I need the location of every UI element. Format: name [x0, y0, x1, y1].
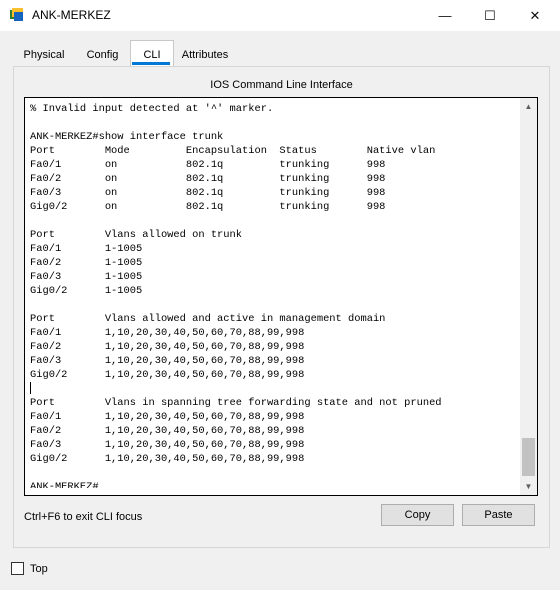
scroll-down-icon[interactable]: ▼: [520, 478, 537, 495]
tab-config[interactable]: Config: [75, 42, 130, 67]
tab-physical[interactable]: Physical: [13, 42, 75, 67]
scroll-up-icon[interactable]: ▲: [520, 98, 537, 115]
title-bar: ANK-MERKEZ — ☐ ✕: [0, 0, 560, 31]
tab-label: Config: [86, 48, 119, 61]
close-icon: ✕: [529, 7, 541, 23]
cli-panel: IOS Command Line Interface % Invalid inp…: [13, 66, 550, 548]
cli-console[interactable]: % Invalid input detected at '^' marker. …: [24, 97, 538, 496]
vertical-scrollbar[interactable]: ▲ ▼: [520, 98, 537, 495]
console-output[interactable]: % Invalid input detected at '^' marker. …: [30, 102, 515, 488]
tab-attributes[interactable]: Attributes: [172, 42, 238, 67]
paste-button[interactable]: Paste: [462, 504, 535, 526]
close-button[interactable]: ✕: [512, 0, 558, 31]
top-label: Top: [30, 563, 48, 575]
cli-focus-hint: Ctrl+F6 to exit CLI focus: [24, 511, 143, 523]
minimize-icon: —: [438, 8, 452, 23]
tab-label: Attributes: [181, 48, 229, 61]
maximize-button[interactable]: ☐: [467, 0, 513, 31]
active-tab-indicator: [132, 62, 170, 65]
minimize-button[interactable]: —: [422, 0, 468, 31]
panel-title: IOS Command Line Interface: [210, 79, 353, 91]
maximize-icon: ☐: [484, 7, 496, 23]
text-caret: [30, 382, 31, 394]
packet-tracer-icon: [10, 8, 23, 21]
tab-label: CLI: [143, 48, 161, 61]
tab-label: Physical: [23, 48, 65, 61]
top-checkbox[interactable]: [11, 562, 24, 575]
window-title: ANK-MERKEZ: [32, 8, 111, 22]
copy-button[interactable]: Copy: [381, 504, 454, 526]
scrollbar-thumb[interactable]: [522, 438, 535, 476]
